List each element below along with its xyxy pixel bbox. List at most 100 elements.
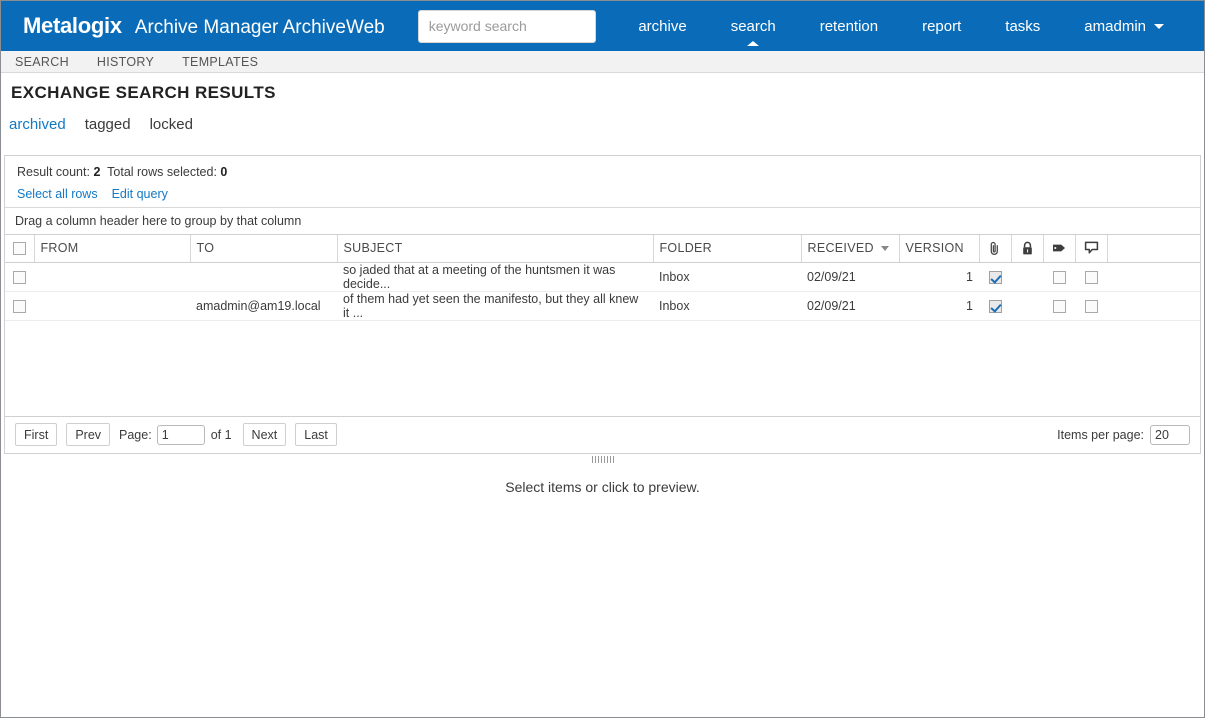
select-all-checkbox[interactable] <box>12 242 26 256</box>
page-number-input[interactable] <box>156 424 205 445</box>
top-header-bar: Metalogix Archive Manager ArchiveWeb arc… <box>1 1 1204 51</box>
keyword-search-input[interactable] <box>417 9 596 43</box>
column-header-version[interactable]: VERSION <box>899 235 980 263</box>
items-per-page-group: Items per page: <box>1057 424 1190 445</box>
results-actions: Select all rows Edit query <box>17 187 1200 201</box>
column-header-locked[interactable] <box>1011 235 1044 263</box>
cell-locked <box>1011 262 1043 292</box>
results-summary-bar: Result count: 2 Total rows selected: 0 S… <box>5 156 1200 208</box>
result-filter-links: archived tagged locked <box>1 103 1204 133</box>
comment-icon <box>1076 241 1107 255</box>
tab-search[interactable]: SEARCH <box>15 55 69 69</box>
cell-locked <box>1011 291 1043 321</box>
cell-received: 02/09/21 <box>801 291 899 321</box>
row-select-cell[interactable] <box>5 262 34 292</box>
nav-item-user-menu[interactable]: amadmin <box>1062 1 1186 51</box>
row-select-checkbox[interactable] <box>13 299 26 313</box>
sort-descending-icon[interactable] <box>880 246 889 252</box>
padlock-icon <box>1012 241 1043 256</box>
comment-checkbox[interactable] <box>1084 299 1098 313</box>
edit-query-link[interactable]: Edit query <box>112 187 168 201</box>
select-all-header-cell[interactable] <box>5 235 35 263</box>
keyword-search-wrapper <box>417 9 596 43</box>
items-per-page-label: Items per page: <box>1057 427 1144 442</box>
app-title: Archive Manager ArchiveWeb <box>134 17 385 38</box>
results-table-header: FROM TO SUBJECT FOLDER RECEIVED VERSION <box>5 235 1200 263</box>
column-header-comment[interactable] <box>1075 235 1108 263</box>
cell-comment <box>1075 262 1107 292</box>
cell-spacer <box>1107 291 1200 321</box>
nav-label-search: search <box>730 17 776 35</box>
last-page-button[interactable]: Last <box>295 423 337 446</box>
row-select-checkbox[interactable] <box>13 270 26 284</box>
result-count-label: Result count: <box>17 165 90 179</box>
filter-tagged[interactable]: tagged <box>85 116 131 133</box>
brand-logo: Metalogix <box>23 13 122 38</box>
cell-to <box>190 262 337 292</box>
cell-folder: Inbox <box>653 262 801 292</box>
cell-attachment <box>979 262 1011 292</box>
group-by-dropzone[interactable]: Drag a column header here to group by th… <box>5 208 1200 235</box>
tab-templates[interactable]: TEMPLATES <box>182 55 258 69</box>
results-table: FROM TO SUBJECT FOLDER RECEIVED VERSION <box>5 235 1200 321</box>
column-header-attachment[interactable] <box>979 235 1012 263</box>
tag-checkbox[interactable] <box>1052 299 1066 313</box>
column-header-subject[interactable]: SUBJECT <box>337 235 654 263</box>
nav-label-retention: retention <box>819 17 879 35</box>
cell-subject: so jaded that at a meeting of the huntsm… <box>337 262 653 292</box>
nav-label-report: report <box>922 17 962 35</box>
column-header-from[interactable]: FROM <box>34 235 191 263</box>
table-row[interactable]: so jaded that at a meeting of the huntsm… <box>5 262 1200 292</box>
total-selected-label: Total rows selected: <box>107 165 217 179</box>
paperclip-icon <box>980 241 1011 256</box>
items-per-page-input[interactable] <box>1150 424 1190 445</box>
cell-from <box>34 291 190 321</box>
tag-icon <box>1044 242 1075 254</box>
cell-from <box>34 262 190 292</box>
total-selected-value: 0 <box>220 165 228 179</box>
cell-subject: of them had yet seen the manifesto, but … <box>337 291 653 321</box>
column-header-received[interactable]: RECEIVED <box>801 235 900 263</box>
cell-version: 1 <box>899 291 979 321</box>
preview-splitter-handle[interactable] <box>1 454 1204 465</box>
tag-checkbox[interactable] <box>1052 270 1066 284</box>
table-row[interactable]: amadmin@am19.local of them had yet seen … <box>5 291 1200 321</box>
nav-label-tasks: tasks <box>1005 17 1041 35</box>
column-header-tag[interactable] <box>1043 235 1076 263</box>
brand: Metalogix Archive Manager ArchiveWeb <box>23 13 385 39</box>
attachment-checked-icon <box>988 299 1002 313</box>
result-counts: Result count: 2 Total rows selected: 0 <box>17 165 1200 179</box>
results-grid-panel: Result count: 2 Total rows selected: 0 S… <box>4 155 1201 454</box>
cell-tag <box>1043 262 1075 292</box>
comment-checkbox[interactable] <box>1084 270 1098 284</box>
nav-item-search[interactable]: search <box>709 1 798 51</box>
cell-tag <box>1043 291 1075 321</box>
first-page-button[interactable]: First <box>15 423 58 446</box>
nav-item-tasks[interactable]: tasks <box>983 1 1062 51</box>
tab-history[interactable]: HISTORY <box>97 55 154 69</box>
select-all-rows-link[interactable]: Select all rows <box>17 187 98 201</box>
cell-version: 1 <box>899 262 979 292</box>
prev-page-button[interactable]: Prev <box>66 423 111 446</box>
nav-item-report[interactable]: report <box>900 1 983 51</box>
filter-archived[interactable]: archived <box>9 116 66 133</box>
row-select-cell[interactable] <box>5 291 34 321</box>
results-table-body: so jaded that at a meeting of the huntsm… <box>5 262 1200 321</box>
nav-item-retention[interactable]: retention <box>798 1 900 51</box>
cell-comment <box>1075 291 1107 321</box>
main-navigation: archive search retention report tasks am… <box>616 1 1186 51</box>
column-header-folder[interactable]: FOLDER <box>653 235 802 263</box>
next-page-button[interactable]: Next <box>242 423 287 446</box>
nav-label-archive: archive <box>638 17 687 35</box>
drag-grip-icon <box>591 455 614 463</box>
pagination-bar: First Prev Page: of 1 Next Last Items pe… <box>5 415 1200 453</box>
cell-received: 02/09/21 <box>801 262 899 292</box>
group-by-hint-text: Drag a column header here to group by th… <box>15 214 302 228</box>
active-nav-caret-icon <box>747 41 760 46</box>
grid-empty-space <box>5 320 1200 416</box>
chevron-down-icon <box>1154 23 1164 29</box>
column-header-to[interactable]: TO <box>190 235 338 263</box>
filter-locked[interactable]: locked <box>150 116 193 133</box>
preview-placeholder: Select items or click to preview. <box>1 465 1204 495</box>
nav-item-archive[interactable]: archive <box>616 1 708 51</box>
